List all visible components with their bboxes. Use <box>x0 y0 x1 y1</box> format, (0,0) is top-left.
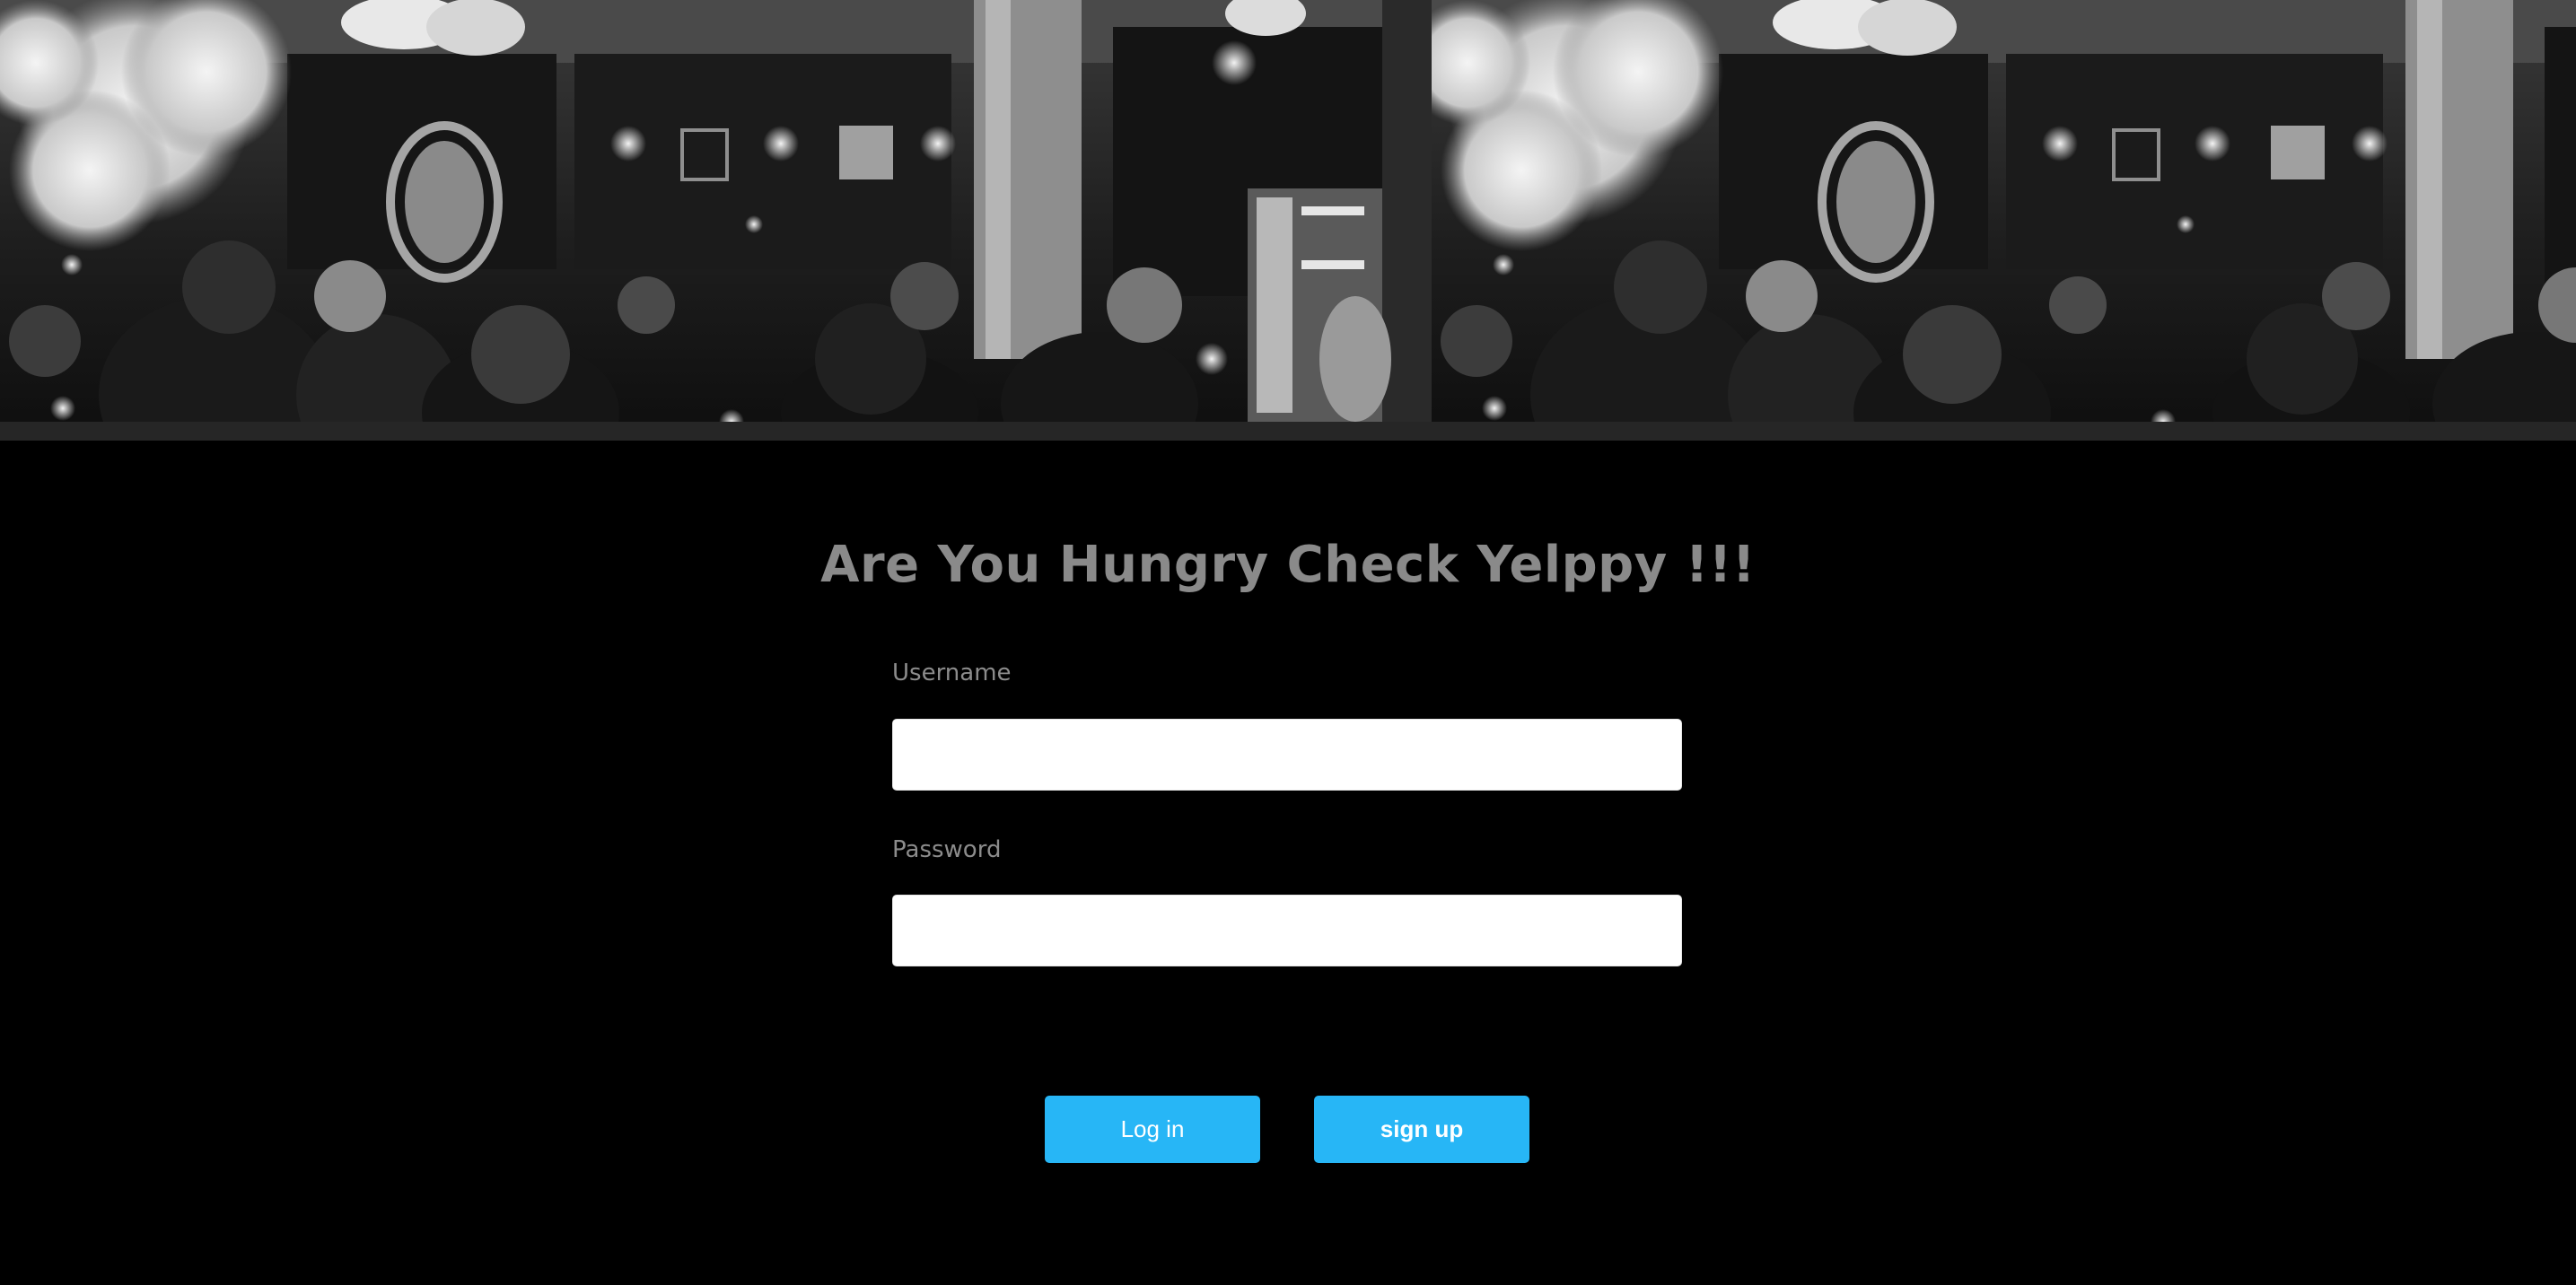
username-label: Username <box>892 660 1012 686</box>
restaurant-photo <box>0 0 1432 441</box>
login-page: Are You Hungry Check Yelppy !!! Username… <box>0 0 2576 1285</box>
restaurant-banner <box>0 0 2576 441</box>
login-button[interactable]: Log in <box>1045 1096 1260 1163</box>
password-label: Password <box>892 836 1002 863</box>
signup-button[interactable]: sign up <box>1314 1096 1529 1163</box>
password-input[interactable] <box>892 895 1682 966</box>
restaurant-photo <box>1432 0 2576 441</box>
username-input[interactable] <box>892 719 1682 791</box>
page-title: Are You Hungry Check Yelppy !!! <box>820 536 1756 594</box>
